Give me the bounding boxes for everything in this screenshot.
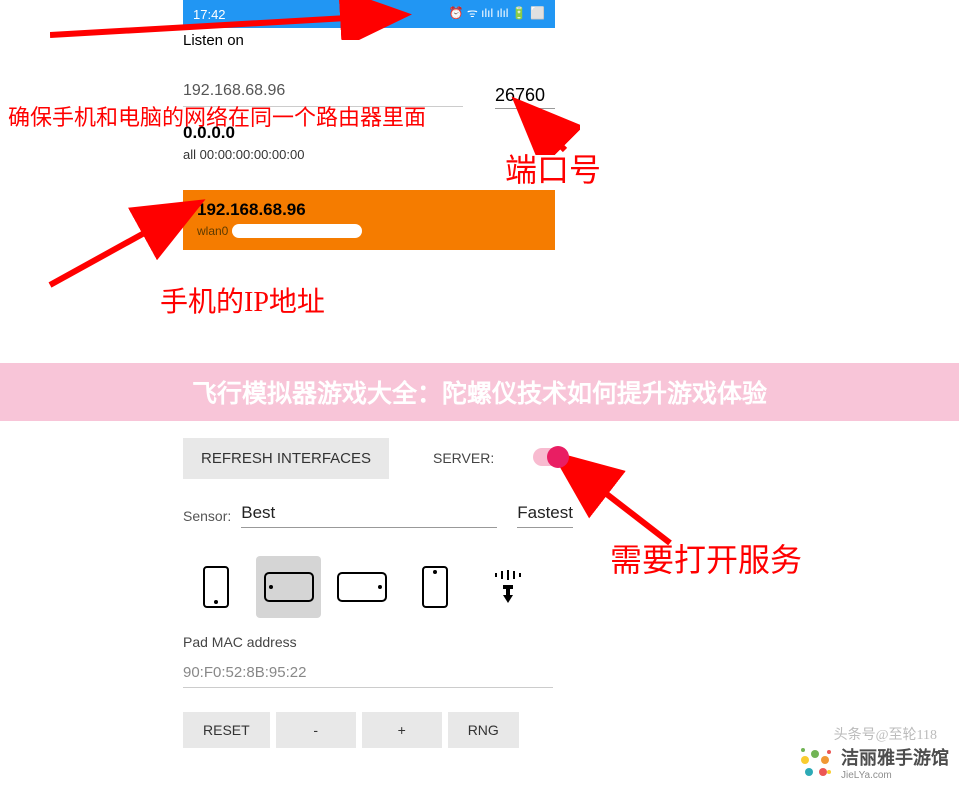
pad-mac-label: Pad MAC address bbox=[183, 634, 297, 650]
status-icons: ⏰ ᯤ ılıl ılıl 🔋 ⬜ bbox=[449, 4, 545, 21]
rng-button[interactable]: RNG bbox=[448, 712, 519, 748]
article-banner: 飞行模拟器游戏大全：陀螺仪技术如何提升游戏体验 bbox=[0, 363, 959, 421]
watermark-url: JieLYa.com bbox=[841, 770, 949, 781]
banner-title: 飞行模拟器游戏大全：陀螺仪技术如何提升游戏体验 bbox=[192, 374, 767, 410]
minus-button[interactable]: - bbox=[276, 712, 356, 748]
plus-button[interactable]: + bbox=[362, 712, 442, 748]
orientation-row bbox=[183, 556, 540, 618]
mac-all: all 00:00:00:00:00:00 bbox=[183, 147, 463, 162]
author-watermark: 头条号@至轮118 bbox=[834, 724, 937, 744]
orientation-auto[interactable] bbox=[475, 556, 540, 618]
annotation-server: 需要打开服务 bbox=[610, 535, 802, 581]
orientation-landscape-left[interactable] bbox=[256, 556, 321, 618]
orientation-portrait[interactable] bbox=[183, 556, 248, 618]
reset-button[interactable]: RESET bbox=[183, 712, 270, 748]
orientation-landscape-right[interactable] bbox=[329, 556, 394, 618]
annotation-ip: 手机的IP地址 bbox=[160, 280, 325, 320]
server-toggle[interactable] bbox=[533, 448, 567, 466]
phone-status-bar: 17:42 ⏰ ᯤ ılıl ılıl 🔋 ⬜ bbox=[183, 0, 555, 28]
phone-portrait-flip-icon bbox=[421, 565, 449, 609]
watermark-logo-icon bbox=[795, 742, 835, 782]
auto-rotate-icon bbox=[490, 569, 526, 605]
selected-ip-row[interactable]: 192.168.68.96 wlan0 bbox=[183, 190, 555, 250]
listen-label: Listen on bbox=[183, 32, 244, 49]
annotation-network: 确保手机和电脑的网络在同一个路由器里面 bbox=[8, 100, 426, 132]
annotation-port: 端口号 bbox=[505, 145, 601, 191]
mac-mask bbox=[232, 224, 362, 238]
sensor-label: Sensor: bbox=[183, 508, 231, 528]
phone-landscape-right-icon bbox=[336, 571, 388, 603]
phone-portrait-icon bbox=[202, 565, 230, 609]
selected-ip: 192.168.68.96 bbox=[197, 200, 541, 220]
wlan-label: wlan0 bbox=[197, 224, 228, 238]
sensor-dropdown[interactable]: Best bbox=[241, 503, 497, 528]
status-time: 17:42 bbox=[193, 7, 226, 22]
server-label: SERVER: bbox=[433, 450, 494, 466]
mac-button-row: RESET - + RNG bbox=[183, 712, 519, 748]
refresh-interfaces-button[interactable]: REFRESH INTERFACES bbox=[183, 438, 389, 479]
site-watermark: 洁丽雅手游馆 JieLYa.com bbox=[795, 742, 949, 782]
pad-mac-input[interactable]: 90:F0:52:8B:95:22 bbox=[183, 664, 553, 688]
orientation-portrait-flip[interactable] bbox=[402, 556, 467, 618]
sensor-row: Sensor: Best Fastest bbox=[183, 503, 573, 528]
selected-interface: wlan0 bbox=[197, 224, 541, 238]
port-input[interactable]: 26760 bbox=[495, 85, 555, 109]
watermark-name: 洁丽雅手游馆 bbox=[841, 744, 949, 770]
sensor-fastest[interactable]: Fastest bbox=[517, 503, 573, 528]
phone-landscape-icon bbox=[263, 571, 315, 603]
